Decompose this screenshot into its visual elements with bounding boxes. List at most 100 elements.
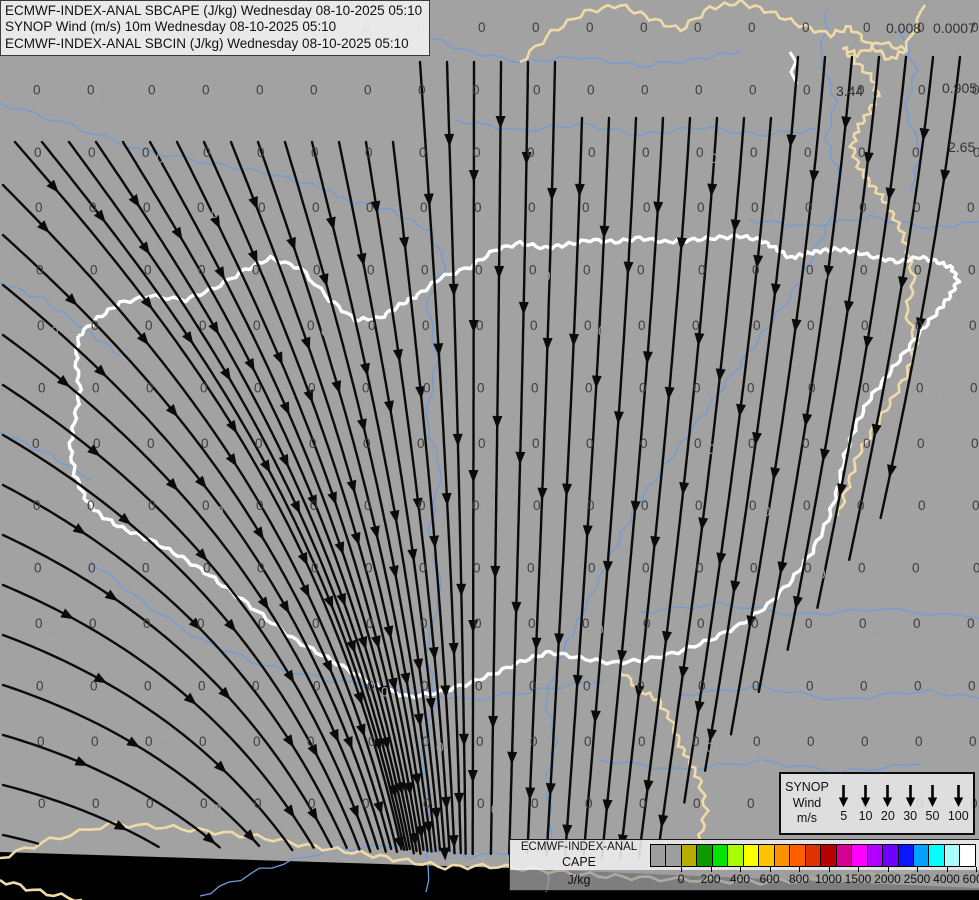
title-line-wind: SYNOP Wind (m/s) 10m Wednesday 08-10-202… xyxy=(5,19,337,35)
cape-tick-label: 800 xyxy=(789,872,810,886)
contour-label-zero: 0 xyxy=(587,498,595,513)
contour-label-zero-cin: 0 xyxy=(211,206,219,221)
cape-tick-label: 200 xyxy=(700,872,721,886)
contour-label-zero: 0 xyxy=(32,436,40,451)
map-canvas: 0 0 0 0 0 0 0 0 0 0 0 0 0 0 0 0 0 0 0 0 0 0 0 0 0 0 0 0 0 0 0 0 0 0 0 0 0 0 0 0… xyxy=(0,0,979,900)
cape-color-cell xyxy=(712,845,729,866)
contour-label-zero: 0 xyxy=(35,200,43,215)
arrowhead-icon xyxy=(128,194,140,208)
arrowhead-icon xyxy=(331,380,342,394)
arrowhead-icon xyxy=(329,728,339,743)
contour-label-zero: 0 xyxy=(258,616,266,631)
contour-label-zero-cin: 0 xyxy=(598,324,606,339)
arrowhead-icon xyxy=(468,169,479,183)
arrowhead-icon xyxy=(413,658,424,672)
contour-label-zero: 0 xyxy=(421,263,429,278)
contour-label-zero-cin: 0 xyxy=(159,740,167,755)
contour-label-zero: 0 xyxy=(752,678,760,693)
station-value: 2.65 xyxy=(948,139,975,155)
contour-label-zero: 0 xyxy=(146,796,154,811)
contour-label-zero-cin: 0 xyxy=(653,386,661,401)
cape-color-cell xyxy=(852,845,868,866)
contour-label-zero: 0 xyxy=(750,561,758,576)
wind-speed-label: 10 xyxy=(858,809,873,823)
contour-label-zero: 0 xyxy=(253,734,261,749)
contour-label-zero: 0 xyxy=(751,616,759,631)
contour-label-zero-cin: 0 xyxy=(710,151,718,166)
arrowhead-icon xyxy=(791,318,802,333)
contour-label-zero: 0 xyxy=(473,561,481,576)
contour-label-zero: 0 xyxy=(531,796,539,811)
contour-label-zero: 0 xyxy=(696,561,704,576)
streamline xyxy=(683,116,773,804)
contour-label-zero: 0 xyxy=(968,263,976,278)
contour-label-zero: 0 xyxy=(90,263,98,278)
contour-label-zero: 0 xyxy=(917,436,925,451)
arrowhead-icon xyxy=(440,796,451,810)
streamline xyxy=(1,783,160,849)
arrowhead-icon xyxy=(716,552,727,566)
contour-label-zero: 0 xyxy=(863,20,871,35)
arrowhead-icon xyxy=(653,201,664,215)
contour-label-zero: 0 xyxy=(142,145,150,160)
contour-label-zero: 0 xyxy=(527,145,535,160)
arrowhead-icon xyxy=(511,601,522,615)
contour-label-zero: 0 xyxy=(422,318,430,333)
contour-label-zero: 0 xyxy=(912,561,920,576)
contour-label-zero: 0 xyxy=(310,498,318,513)
contour-label-zero: 0 xyxy=(475,263,483,278)
arrowhead-icon xyxy=(678,665,689,680)
contour-label-zero: 0 xyxy=(364,498,372,513)
contour-label-zero: 0 xyxy=(477,796,485,811)
contour-label-zero-cin: 0 xyxy=(106,386,114,401)
contour-label-zero: 0 xyxy=(532,436,540,451)
contour-label-zero: 0 xyxy=(914,678,922,693)
arrowhead-icon xyxy=(279,401,290,416)
contour-label-zero: 0 xyxy=(87,498,95,513)
cape-color-cell xyxy=(883,845,899,866)
contour-label-zero: 0 xyxy=(806,678,814,693)
arrowhead-icon xyxy=(444,133,455,147)
contour-label-zero: 0 xyxy=(365,561,373,576)
cape-color-cell xyxy=(960,845,975,866)
wind-legend-entry: 5 xyxy=(837,784,850,823)
wind-legend-scale: 5 10 20 30 50 100 xyxy=(833,774,973,833)
contour-label-zero: 0 xyxy=(533,82,541,97)
contour-label-zero: 0 xyxy=(420,616,428,631)
contour-label-zero: 0 xyxy=(804,561,812,576)
arrowhead-icon xyxy=(679,481,690,496)
contour-label-zero-cin: 0 xyxy=(214,802,222,817)
contour-label-zero: 0 xyxy=(971,436,979,451)
weather-map-screen: 0 0 0 0 0 0 0 0 0 0 0 0 0 0 0 0 0 0 0 0 0 0 0 0 0 0 0 0 0 0 0 0 0 0 0 0 0 0 0 0… xyxy=(0,0,979,900)
contour-label-zero-cin: 0 xyxy=(436,740,444,755)
contour-label-zero: 0 xyxy=(257,561,265,576)
streamline xyxy=(1,333,379,850)
contour-label-zero: 0 xyxy=(148,498,156,513)
contour-label-zero: 0 xyxy=(202,82,210,97)
contour-label-zero-cin: 0 xyxy=(930,386,938,401)
contour-label-zero-cin: 0 xyxy=(488,206,496,221)
cape-color-cell xyxy=(898,845,914,866)
title-line-sbcape: ECMWF-INDEX-ANAL SBCAPE (J/kg) Wednesday… xyxy=(5,3,423,18)
contour-label-zero: 0 xyxy=(857,498,865,513)
contour-label-zero-cin: 0 xyxy=(321,324,329,339)
map-title-box: ECMWF-INDEX-ANAL SBCAPE (J/kg) Wednesday… xyxy=(0,0,431,57)
wind-arrow-icon xyxy=(883,785,893,807)
arrowhead-icon xyxy=(554,633,565,647)
wind-legend-entry: 20 xyxy=(881,784,895,823)
contour-label-zero: 0 xyxy=(532,20,540,35)
contour-label-zero: 0 xyxy=(254,380,262,395)
contour-label-zero: 0 xyxy=(584,734,592,749)
contour-label-zero: 0 xyxy=(418,498,426,513)
arrowhead-icon xyxy=(350,531,361,546)
cape-legend-parameter: CAPE xyxy=(561,855,597,869)
contour-label-zero: 0 xyxy=(639,380,647,395)
arrowhead-icon xyxy=(547,187,558,201)
cape-color-cell xyxy=(697,845,713,866)
arrowhead-icon xyxy=(104,589,119,602)
contour-label-zero-cin: 0 xyxy=(49,622,57,637)
contour-label-zero: 0 xyxy=(362,380,370,395)
contour-label-zero: 0 xyxy=(748,20,756,35)
contour-label-zero: 0 xyxy=(88,145,96,160)
contour-label-zero: 0 xyxy=(478,20,486,35)
